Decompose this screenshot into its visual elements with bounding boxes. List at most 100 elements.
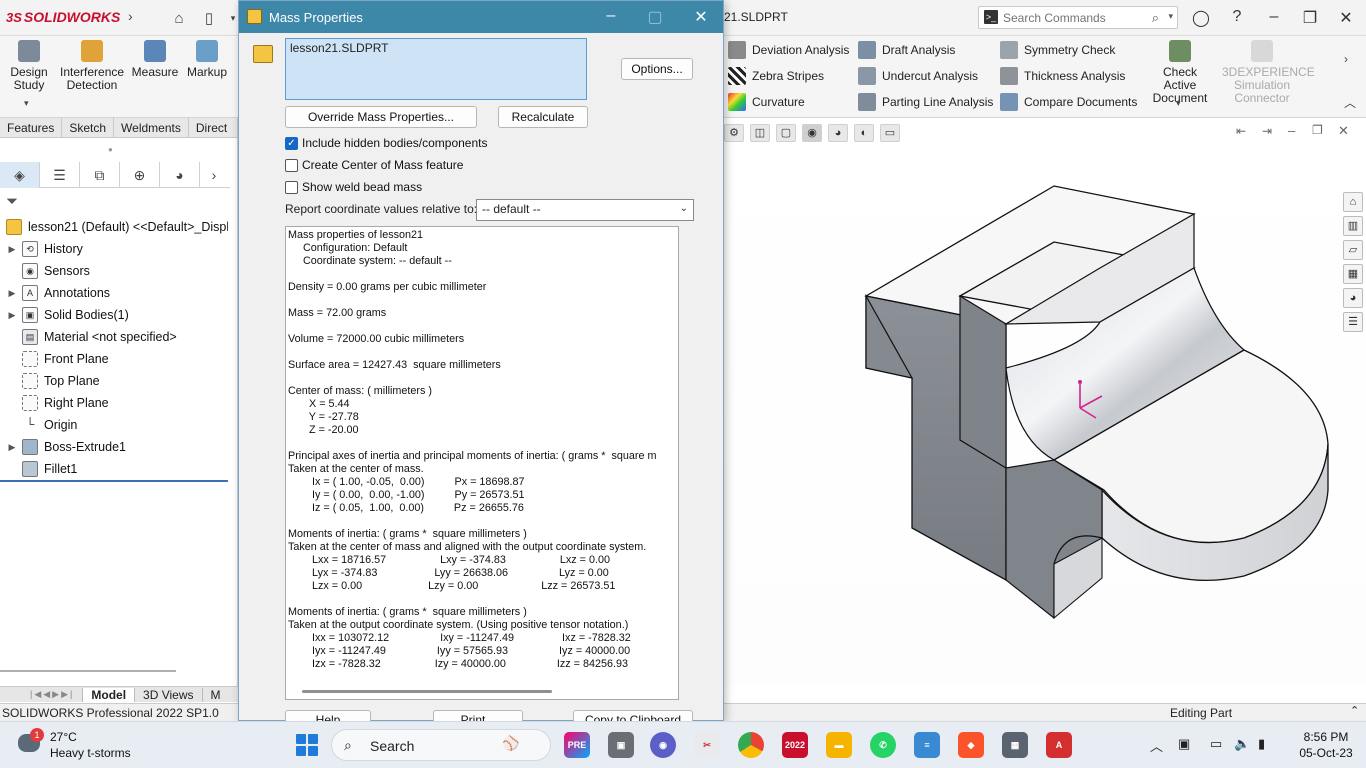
file-explorer-icon[interactable]: ▱ [1343, 240, 1363, 260]
tab-features[interactable]: Features [0, 118, 63, 137]
zebra-stripes-button[interactable]: Zebra Stripes [728, 67, 824, 85]
check-dropdown-icon[interactable]: ▾ [1176, 98, 1181, 109]
dimxpert-tab-icon[interactable]: ⊕ [120, 162, 160, 188]
dialog-minimize-icon[interactable]: – [599, 7, 623, 25]
configuration-tab-icon[interactable]: ⧉ [80, 162, 120, 188]
tab-weldments[interactable]: Weldments [114, 118, 189, 137]
new-document-icon[interactable]: ▯ [198, 8, 220, 28]
panel-grip-icon[interactable]: ● [108, 145, 113, 154]
recalculate-button[interactable]: Recalculate [498, 106, 588, 128]
undercut-analysis-button[interactable]: Undercut Analysis [858, 67, 978, 85]
selected-item[interactable]: lesson21.SLDPRT [290, 41, 389, 55]
design-library-icon[interactable]: ▥ [1343, 216, 1363, 236]
tray-app-icon[interactable]: ▣ [1178, 736, 1190, 752]
panel-scrollbar[interactable] [0, 670, 176, 672]
tab-model[interactable]: Model [82, 687, 135, 702]
tree-item-right-plane[interactable]: Right Plane [0, 392, 230, 414]
calculator-icon[interactable]: ▦ [1002, 732, 1028, 758]
mass-properties-results[interactable]: Mass properties of lesson21 Configuratio… [285, 226, 679, 700]
tab-motion[interactable]: M [201, 687, 229, 702]
property-manager-tab-icon[interactable]: ☰ [40, 162, 80, 188]
symmetry-check-button[interactable]: Symmetry Check [1000, 41, 1115, 59]
help-icon[interactable]: ? [1225, 8, 1249, 26]
tree-item-front-plane[interactable]: Front Plane [0, 348, 230, 370]
menu-expand-icon[interactable]: › [128, 8, 133, 24]
view-settings-icon[interactable]: ⚙ [724, 124, 744, 142]
viewport-close-icon[interactable]: ✕ [1338, 123, 1349, 139]
tree-item-annotations[interactable]: ▶ A Annotations [0, 282, 230, 304]
part-model-view[interactable] [724, 118, 1366, 686]
search-dropdown-icon[interactable]: ▾ [1168, 11, 1173, 22]
notepad-icon[interactable]: ≡ [914, 732, 940, 758]
weather-temperature[interactable]: 27°C [50, 730, 77, 744]
weather-description[interactable]: Heavy t-storms [50, 746, 131, 760]
chrome-icon[interactable] [738, 732, 764, 758]
home-icon[interactable]: ⌂ [168, 8, 190, 28]
start-button[interactable] [296, 734, 318, 756]
tab-direct-editing[interactable]: Direct E [189, 118, 238, 151]
tree-item-origin[interactable]: └ Origin [0, 414, 230, 436]
include-hidden-checkbox[interactable]: ✓ [285, 136, 298, 150]
copilot-icon[interactable]: PRE [564, 732, 590, 758]
design-study-button[interactable]: Design Study [0, 40, 60, 92]
restore-icon[interactable]: ❐ [1298, 8, 1322, 28]
tray-overflow-icon[interactable]: ︿ [1150, 736, 1163, 755]
acrobat-icon[interactable]: A [1046, 732, 1072, 758]
curvature-button[interactable]: Curvature [728, 93, 805, 111]
solidworks-taskbar-icon[interactable]: 2022 [782, 732, 808, 758]
view-palette-icon[interactable]: ▦ [1343, 264, 1363, 284]
resources-home-icon[interactable]: ⌂ [1343, 192, 1363, 212]
ribbon-collapse-icon[interactable]: ︿ [1344, 94, 1356, 111]
brave-icon[interactable]: ◆ [958, 732, 984, 758]
snipping-tool-icon[interactable]: ✂ [694, 732, 720, 758]
tabs-more-icon[interactable]: › [200, 162, 228, 188]
expand-arrow-icon[interactable]: ▶ [6, 244, 18, 255]
graphics-area[interactable] [724, 118, 1366, 686]
hide-show-icon[interactable]: ◉ [802, 124, 822, 142]
status-expand-icon[interactable]: ⌃ [1350, 704, 1359, 717]
check-active-document-button[interactable]: Check Active Document [1146, 40, 1214, 105]
ribbon-more-icon[interactable]: › [1344, 52, 1348, 66]
compare-documents-button[interactable]: Compare Documents [1000, 93, 1137, 111]
draft-analysis-button[interactable]: Draft Analysis [858, 41, 955, 59]
minimize-icon[interactable]: – [1262, 8, 1286, 26]
volume-icon[interactable]: 🔈 [1234, 736, 1250, 752]
selected-items-box[interactable]: lesson21.SLDPRT [285, 38, 587, 100]
expand-arrow-icon[interactable]: ▶ [6, 442, 18, 453]
interference-detection-button[interactable]: Interference Detection [60, 40, 124, 92]
search-commands-box[interactable]: >_ ⌕ ▾ [978, 6, 1178, 29]
experience-connector-button[interactable]: 3DEXPERIENCE Simulation Connector [1222, 40, 1315, 105]
tree-item-fillet[interactable]: Fillet1 [0, 458, 230, 480]
close-icon[interactable]: ✕ [1334, 8, 1358, 28]
view-orientation-icon[interactable]: ▢ [776, 124, 796, 142]
viewport-minimize-icon[interactable]: – [1288, 123, 1295, 138]
search-icon[interactable]: ⌕ [1152, 10, 1159, 26]
clock-date[interactable]: 05-Oct-23 [1296, 746, 1356, 760]
appearance-icon[interactable]: ◕ [828, 124, 848, 142]
filter-icon[interactable]: ⏷ [6, 193, 18, 210]
teams-chat-icon[interactable]: ◉ [650, 732, 676, 758]
tree-item-solid-bodies[interactable]: ▶ ▣ Solid Bodies(1) [0, 304, 230, 326]
custom-properties-icon[interactable]: ☰ [1343, 312, 1363, 332]
feature-tree-tab-icon[interactable]: ◈ [0, 162, 40, 188]
section-view-icon[interactable]: ◫ [750, 124, 770, 142]
viewport-next-icon[interactable]: ⇥ [1262, 124, 1272, 138]
include-hidden-checkbox-row[interactable]: ✓ Include hidden bodies/components [285, 134, 487, 152]
options-button[interactable]: Options... [621, 58, 693, 80]
network-icon[interactable]: ▭ [1210, 736, 1222, 752]
tab-nav-arrows-icon[interactable]: |◀◀▶▶| [30, 689, 74, 700]
tree-item-top-plane[interactable]: Top Plane [0, 370, 230, 392]
display-manager-tab-icon[interactable]: ◕ [160, 162, 200, 188]
deviation-analysis-button[interactable]: Deviation Analysis [728, 41, 849, 59]
scene-icon[interactable]: ◐ [854, 124, 874, 142]
viewport-previous-icon[interactable]: ⇤ [1236, 124, 1246, 138]
clock-time[interactable]: 8:56 PM [1296, 730, 1356, 744]
expand-arrow-icon[interactable]: ▶ [6, 288, 18, 299]
weld-bead-checkbox[interactable] [285, 180, 298, 194]
weld-bead-checkbox-row[interactable]: Show weld bead mass [285, 178, 422, 196]
tree-item-history[interactable]: ▶ ⟲ History [0, 238, 230, 260]
dialog-close-icon[interactable]: ✕ [689, 7, 713, 27]
parting-line-analysis-button[interactable]: Parting Line Analysis [858, 93, 993, 111]
tree-item-boss-extrude[interactable]: ▶ Boss-Extrude1 [0, 436, 230, 458]
search-commands-input[interactable] [1003, 9, 1143, 26]
